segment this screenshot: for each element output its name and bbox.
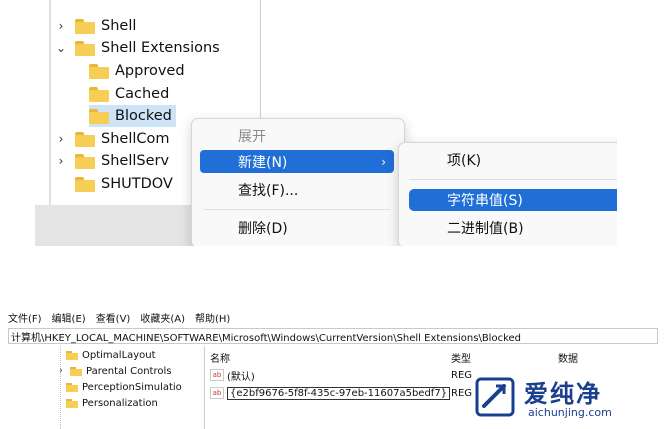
chevron-right-icon[interactable]: ›: [55, 19, 67, 33]
menu-item-label: 项(K): [447, 153, 482, 169]
tree-item-label: PerceptionSimulatio: [82, 381, 182, 393]
folder-icon: [75, 176, 95, 192]
submenu-item-key[interactable]: 项(K): [409, 149, 617, 171]
tree-item-perceptionsimulation[interactable]: PerceptionSimulatio: [66, 380, 182, 394]
tree-item-cached[interactable]: Cached: [89, 83, 169, 105]
context-menu: 展开 新建(N) › 查找(F)... 删除(D): [191, 118, 405, 246]
tree-item-approved[interactable]: Approved: [89, 60, 185, 82]
tree-item-label: ShellServ: [101, 153, 170, 169]
tree-item-personalization[interactable]: Personalization: [66, 396, 158, 410]
address-path: 计算机\HKEY_LOCAL_MACHINE\SOFTWARE\Microsof…: [11, 332, 522, 344]
watermark-logo-icon: [475, 377, 515, 417]
column-header-type[interactable]: 类型: [451, 350, 471, 365]
tree-item-parental-controls[interactable]: › Parental Controls: [56, 364, 171, 378]
menu-item-label: 删除(D): [238, 220, 288, 237]
menu-separator: [409, 179, 617, 180]
folder-icon: [75, 40, 95, 56]
menu-favorites[interactable]: 收藏夹(A): [140, 310, 185, 325]
tree-item-shell-extensions[interactable]: ⌄ Shell Extensions: [55, 37, 220, 59]
menu-item-label: 新建(N): [238, 154, 288, 171]
menu-help[interactable]: 帮助(H): [195, 310, 230, 325]
tree-item-shell[interactable]: › Shell: [55, 15, 137, 37]
tree-guide-line: [60, 346, 62, 429]
chevron-right-icon: ›: [381, 154, 386, 169]
submenu-item-string-value[interactable]: 字符串值(S): [409, 189, 617, 211]
menu-file[interactable]: 文件(F): [8, 310, 42, 325]
value-type: REG: [451, 388, 473, 399]
menu-item-label: 二进制值(B): [447, 221, 524, 237]
tree-item-label: OptimalLayout: [82, 349, 156, 361]
menu-item-label: 展开: [238, 128, 266, 145]
chevron-down-icon[interactable]: ⌄: [55, 41, 67, 55]
list-item[interactable]: ab (默认): [210, 368, 255, 383]
tree-item-label: Shell: [101, 18, 137, 34]
value-name: (默认): [227, 371, 255, 383]
menu-separator: [204, 209, 390, 210]
submenu-item-binary-value[interactable]: 二进制值(B): [409, 217, 617, 239]
folder-icon: [89, 63, 109, 79]
menu-edit[interactable]: 编辑(E): [52, 310, 86, 325]
registry-tree-pane: OptimalLayout › Parental Controls Percep…: [8, 346, 205, 429]
tree-item-label: ShellCom: [101, 131, 170, 147]
tree-item-label: Blocked: [115, 108, 172, 124]
menu-bar: 文件(F) 编辑(E) 查看(V) 收藏夹(A) 帮助(H): [8, 310, 230, 325]
menu-view[interactable]: 查看(V): [96, 310, 131, 325]
folder-icon: [75, 153, 95, 169]
tree-item-label: Parental Controls: [86, 365, 172, 377]
folder-icon: [89, 86, 109, 102]
tree-item-optimallayout[interactable]: OptimalLayout: [66, 348, 156, 362]
string-value-icon: ab: [210, 387, 224, 399]
folder-icon: [70, 366, 82, 376]
menu-item-delete[interactable]: 删除(D): [200, 216, 394, 239]
menu-item-label: 查找(F)...: [238, 182, 299, 199]
tree-item-blocked[interactable]: Blocked: [89, 105, 176, 127]
chevron-right-icon[interactable]: ›: [56, 366, 66, 376]
menu-item-label: 字符串值(S): [447, 193, 523, 209]
new-submenu: 项(K) 字符串值(S) 二进制值(B): [398, 142, 617, 246]
folder-icon: [66, 398, 78, 408]
tree-item-label: Shell Extensions: [101, 40, 220, 56]
folder-icon: [66, 382, 78, 392]
menu-item-expand[interactable]: 展开: [200, 124, 394, 147]
tree-item-label: Cached: [115, 86, 170, 102]
chevron-right-icon[interactable]: ›: [55, 154, 67, 168]
tree-item-label: Personalization: [82, 397, 158, 409]
folder-icon: [89, 108, 109, 124]
tree-item-shellcom[interactable]: › ShellCom: [55, 128, 170, 150]
menu-item-new[interactable]: 新建(N) ›: [200, 150, 394, 173]
column-header-name[interactable]: 名称: [210, 350, 230, 365]
watermark-url: aichunjing.com: [528, 406, 612, 419]
tree-item-shellserv[interactable]: › ShellServ: [55, 150, 169, 172]
watermark-title: 爱纯净: [524, 380, 602, 408]
tree-item-label: Approved: [115, 63, 185, 79]
rename-input[interactable]: {e2bf9676-5f8f-435c-97eb-11607a5bedf7}: [227, 386, 451, 400]
address-bar[interactable]: 计算机\HKEY_LOCAL_MACHINE\SOFTWARE\Microsof…: [8, 328, 658, 344]
tree-guide-line: [49, 0, 51, 210]
folder-icon: [66, 350, 78, 360]
folder-icon: [75, 18, 95, 34]
value-type: REG: [451, 370, 473, 381]
registry-tree-screenshot: › Shell ⌄ Shell Extensions Approved Cach…: [35, 0, 617, 246]
tree-item-label: SHUTDOV: [101, 176, 173, 192]
watermark: 爱纯净 aichunjing.com: [472, 376, 657, 426]
tree-item-shutdown[interactable]: SHUTDOV: [75, 173, 173, 195]
chevron-right-icon[interactable]: ›: [55, 132, 67, 146]
list-item[interactable]: ab {e2bf9676-5f8f-435c-97eb-11607a5bedf7…: [210, 386, 451, 400]
folder-icon: [75, 131, 95, 147]
string-value-icon: ab: [210, 369, 224, 381]
menu-item-find[interactable]: 查找(F)...: [200, 178, 394, 201]
column-header-data[interactable]: 数据: [558, 350, 578, 365]
